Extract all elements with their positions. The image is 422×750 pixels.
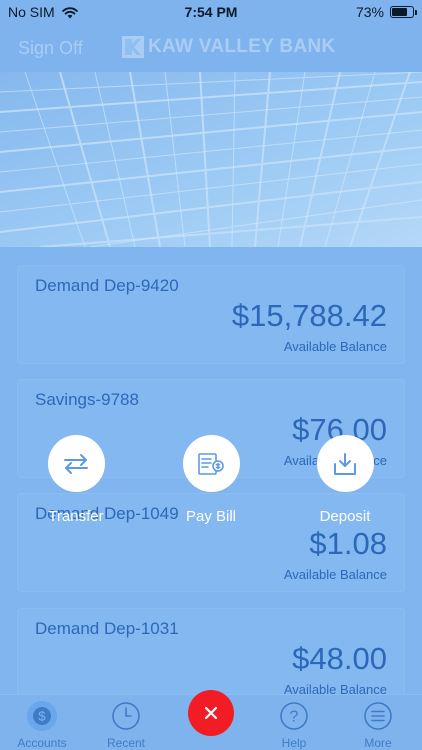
pay-bill-button[interactable]: [182, 435, 240, 492]
tab-more[interactable]: More: [343, 701, 413, 750]
tab-recent[interactable]: Recent: [91, 701, 161, 750]
bank-logo: KAW VALLEY BANK: [122, 36, 335, 58]
bill-icon: [198, 452, 224, 475]
bank-logo-icon: [122, 36, 144, 58]
account-name: Demand Dep-9420: [35, 276, 179, 295]
deposit-icon: [334, 452, 356, 475]
status-bar: No SIM 7:54 PM 73%: [0, 0, 422, 24]
bank-name: KAW VALLEY BANK: [148, 36, 336, 57]
balance-label: Available Balance: [283, 339, 387, 354]
account-balance: $48.00: [292, 641, 387, 676]
tab-help-label: Help: [281, 736, 307, 750]
status-left: No SIM: [8, 4, 79, 20]
tab-accounts[interactable]: $ Accounts: [7, 701, 77, 750]
clock-icon: [111, 701, 141, 731]
wifi-icon: [61, 6, 78, 18]
battery-level: [392, 8, 407, 16]
transfer-button[interactable]: [47, 435, 105, 492]
transfer-icon: [64, 453, 88, 474]
balance-label: Available Balance: [283, 567, 387, 582]
sign-off-button[interactable]: Sign Off: [18, 38, 83, 59]
svg-text:?: ?: [290, 709, 299, 726]
close-icon: [204, 706, 218, 720]
hero-image: [0, 72, 422, 247]
battery-icon: [390, 6, 417, 18]
app-screen: No SIM 7:54 PM 73% Sign Off KAW VALLEY B…: [0, 0, 422, 750]
menu-icon: [363, 701, 393, 731]
building-illustration: [0, 72, 422, 247]
question-icon: ?: [279, 701, 309, 731]
transfer-action[interactable]: Transfer: [31, 435, 121, 525]
battery-percent: 73%: [355, 4, 384, 20]
account-name: Demand Dep-1031: [35, 619, 179, 638]
deposit-label: Deposit: [319, 508, 371, 525]
svg-text:$: $: [38, 709, 46, 724]
pay-bill-label: Pay Bill: [185, 508, 237, 525]
account-card[interactable]: Demand Dep-9420 $15,788.42 Available Bal…: [17, 265, 405, 364]
tab-more-label: More: [364, 736, 392, 750]
tab-accounts-label: Accounts: [17, 736, 67, 750]
account-balance: $15,788.42: [231, 298, 387, 333]
tab-recent-label: Recent: [106, 736, 146, 750]
status-right: 73%: [355, 4, 417, 20]
account-name: Savings-9788: [35, 390, 139, 409]
close-button[interactable]: [188, 690, 234, 736]
deposit-button[interactable]: [316, 435, 374, 492]
transfer-label: Transfer: [48, 508, 104, 525]
app-header: Sign Off KAW VALLEY BANK: [0, 24, 422, 72]
carrier-label: No SIM: [8, 4, 55, 20]
deposit-action[interactable]: Deposit: [300, 435, 390, 525]
tab-help[interactable]: ? Help: [259, 701, 329, 750]
pay-bill-action[interactable]: Pay Bill: [166, 435, 256, 525]
dollar-icon: $: [27, 701, 57, 731]
account-balance: $1.08: [309, 526, 387, 561]
